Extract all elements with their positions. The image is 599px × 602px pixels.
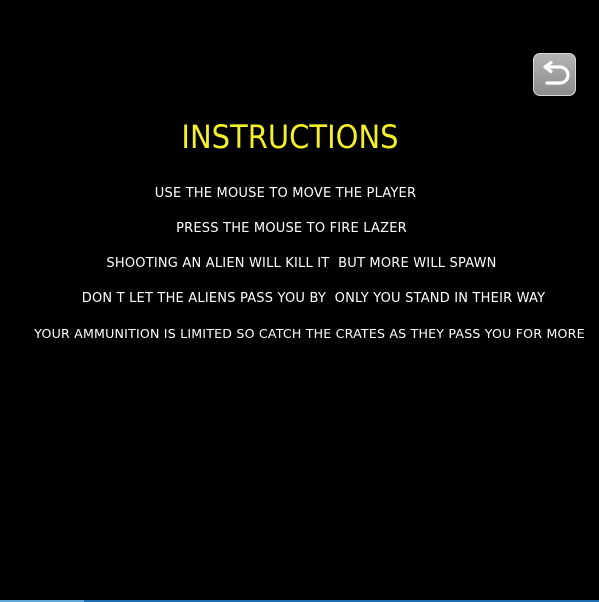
- instruction-line-defend: DON T LET THE ALIENS PASS YOU BY ONLY YO…: [81, 291, 546, 306]
- instruction-line-move: USE THE MOUSE TO MOVE THE PLAYER: [154, 186, 417, 201]
- instruction-line-ammunition: YOUR AMMUNITION IS LIMITED SO CATCH THE …: [34, 326, 585, 341]
- instruction-line-fire: PRESS THE MOUSE TO FIRE LAZER: [176, 221, 407, 236]
- instructions-screen: INSTRUCTIONS USE THE MOUSE TO MOVE THE P…: [0, 0, 599, 600]
- back-button[interactable]: [533, 53, 576, 96]
- instruction-line-aliens-spawn: SHOOTING AN ALIEN WILL KILL IT BUT MORE …: [106, 256, 497, 271]
- page-title: INSTRUCTIONS: [181, 118, 399, 156]
- undo-arrow-icon: [542, 60, 570, 85]
